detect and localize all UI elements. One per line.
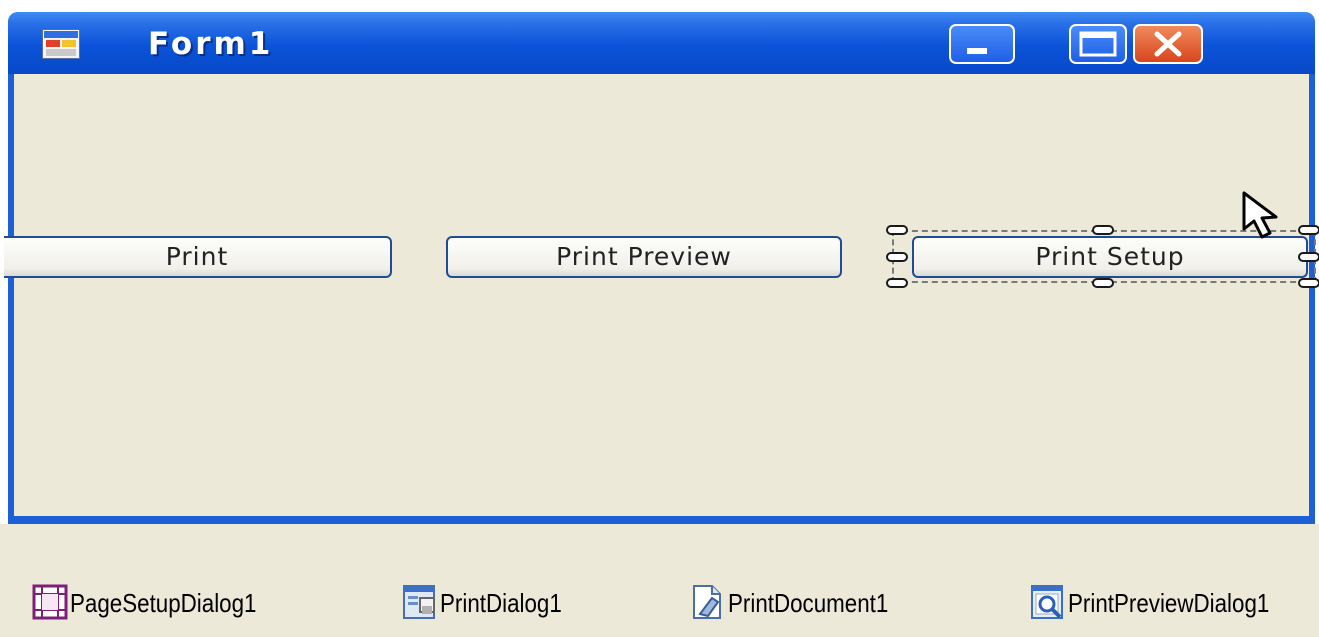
tray-item-label: PrintPreviewDialog1 <box>1068 588 1270 618</box>
resize-handle-top-left[interactable] <box>886 225 908 235</box>
resize-handle-bottom-left[interactable] <box>886 278 908 288</box>
form-design-surface[interactable]: Print Print Preview Print Setup <box>4 74 1319 516</box>
form-icon <box>42 29 80 59</box>
print-preview-button[interactable]: Print Preview <box>446 236 842 278</box>
print-setup-button[interactable]: Print Setup <box>912 236 1308 278</box>
minimize-icon <box>967 48 987 54</box>
tray-item-label: PrintDialog1 <box>440 588 562 618</box>
tray-item-label: PageSetupDialog1 <box>70 588 257 618</box>
title-bar[interactable]: Form1 <box>8 12 1315 74</box>
maximize-icon <box>1079 31 1117 57</box>
print-dialog-icon <box>403 585 435 619</box>
window-title: Form1 <box>148 26 274 62</box>
page-setup-dialog-icon <box>32 584 68 620</box>
close-button[interactable] <box>1133 24 1203 64</box>
resize-handle-bottom[interactable] <box>1092 278 1114 288</box>
resize-handle-bottom-right[interactable] <box>1298 278 1319 288</box>
resize-handle-top[interactable] <box>1092 225 1114 235</box>
resize-handle-left[interactable] <box>886 252 908 262</box>
resize-handle-right[interactable] <box>1298 252 1319 262</box>
resize-handle-top-right[interactable] <box>1298 225 1319 235</box>
minimize-button[interactable] <box>949 24 1015 64</box>
maximize-button[interactable] <box>1069 24 1127 64</box>
form-window: Form1 Print Print Preview Print Setup <box>4 12 1319 524</box>
mouse-pointer-icon <box>1242 191 1278 239</box>
print-document-icon <box>693 585 721 619</box>
component-tray: PageSetupDialog1 PrintDialog1 PrintDocum… <box>0 524 1319 637</box>
print-button[interactable]: Print <box>4 236 392 278</box>
close-icon <box>1154 31 1182 57</box>
tray-item-label: PrintDocument1 <box>728 588 889 618</box>
print-preview-dialog-icon <box>1031 585 1063 619</box>
